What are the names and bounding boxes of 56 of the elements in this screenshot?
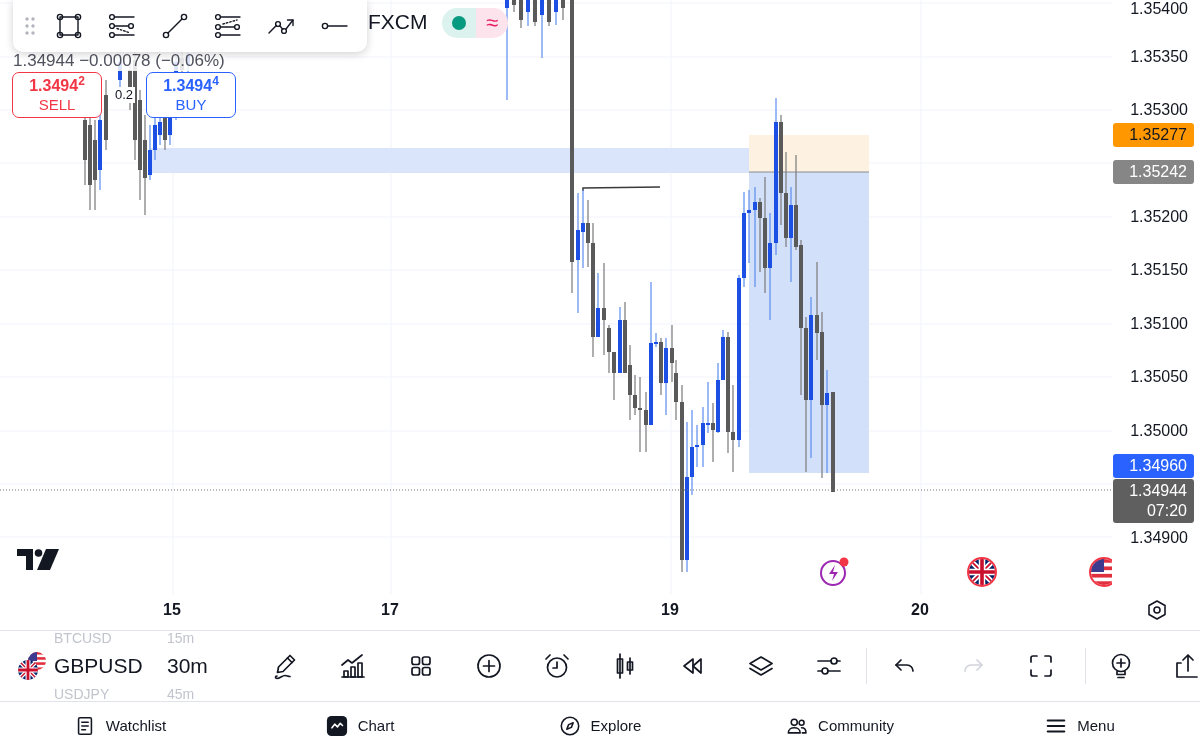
date-label: 19 (660, 600, 680, 620)
date-label: 17 (380, 600, 400, 620)
line-segment-icon[interactable] (160, 12, 189, 40)
status-dot-icon (452, 16, 466, 30)
plus-circle-icon[interactable] (475, 652, 503, 680)
rectangle-icon[interactable] (54, 12, 83, 40)
candlestick (554, 0, 558, 25)
buy-button[interactable]: 1.3494$^{4}$ BUY (146, 72, 236, 118)
candlestick (519, 0, 523, 28)
status-symbol: ≈ (485, 10, 499, 36)
price-label: 1.35400 (1129, 0, 1188, 19)
candlestick (540, 0, 544, 58)
candlestick (104, 80, 108, 150)
nav-tab[interactable]: Chart (321, 711, 399, 741)
price-change-text: 1.34944 −0.00078 (−0.06%) (13, 51, 227, 71)
price-label: 1.35350 (1129, 47, 1188, 67)
logo-icon (17, 549, 59, 571)
interval-label[interactable]: 30m (167, 653, 208, 679)
price-text: 1.34944 (1129, 481, 1187, 501)
price-label: 1.35200 (1129, 207, 1188, 227)
candlestick (512, 0, 516, 12)
price-tag: 1.35277 (1113, 123, 1194, 147)
price-label: 1.35000 (1129, 421, 1188, 441)
spread-value: 0.2 (112, 87, 136, 103)
nav-tab[interactable]: Watchlist (69, 711, 171, 741)
parallel-lines-icon[interactable] (213, 12, 242, 40)
date-label: 15 (162, 600, 182, 620)
fullscreen-icon[interactable] (1027, 652, 1055, 680)
lightning-icon[interactable] (818, 556, 850, 588)
nav-tab[interactable]: Menu (1041, 711, 1119, 741)
nav-tab[interactable]: Explore (554, 711, 646, 741)
candlestick (561, 0, 565, 20)
bar-chart-icon[interactable] (339, 652, 367, 680)
price-tag: 1.35242 (1113, 160, 1194, 184)
uk-flag-icon[interactable] (966, 556, 998, 588)
price-tag: 1.34960 (1113, 454, 1194, 478)
candlestick (547, 0, 551, 26)
hexagon-settings-icon[interactable] (1146, 599, 1168, 621)
parallel-lines-icon[interactable] (107, 12, 136, 40)
drag-handle-icon[interactable] (25, 17, 35, 35)
sell-button[interactable]: 1.3494$^{2}$ SELL (12, 72, 102, 118)
countdown-timer: 07:20 (1146, 501, 1187, 521)
symbol-label[interactable]: GBPUSD (54, 653, 167, 679)
us-flag-icon[interactable] (1088, 556, 1112, 588)
price-label: 1.35300 (1129, 100, 1188, 120)
price-label: 1.35150 (1129, 260, 1188, 280)
price-label: 1.35050 (1129, 367, 1188, 387)
alarm-clock-icon[interactable] (543, 652, 571, 680)
nav-tab[interactable]: Community (782, 711, 898, 741)
exchange-name: FXCM (368, 9, 428, 35)
price-label: 1.35100 (1129, 314, 1188, 334)
price-label: 1.34900 (1129, 528, 1188, 548)
candlestick (533, 0, 537, 26)
date-label: 20 (910, 600, 930, 620)
currency-flags-icon (16, 650, 48, 682)
candlestick (526, 0, 530, 26)
